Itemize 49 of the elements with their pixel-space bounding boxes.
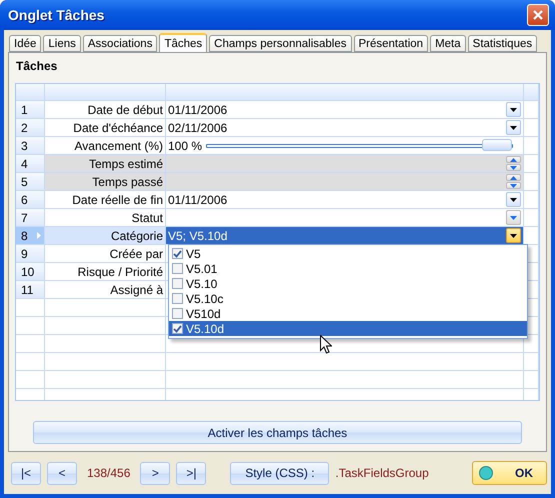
list-option[interactable]: V5.01 xyxy=(169,261,527,276)
value-text: 01/11/2006 xyxy=(168,192,228,206)
style-class-name: .TaskFieldsGroup xyxy=(335,466,429,480)
list-option[interactable]: V5.10d xyxy=(169,321,527,336)
tab[interactable]: Présentation xyxy=(354,35,428,52)
list-option[interactable]: V5 xyxy=(169,246,527,261)
row-header[interactable]: 1 xyxy=(16,101,45,118)
row-header[interactable]: 7 xyxy=(16,209,45,226)
row-header[interactable]: 3 xyxy=(16,137,45,154)
field-label: Temps passé xyxy=(45,173,166,190)
value-text: 01/11/2006 xyxy=(168,102,228,116)
next-record-button[interactable]: > xyxy=(140,462,170,484)
previous-record-button[interactable]: < xyxy=(47,462,77,484)
style-button[interactable]: Style (CSS) : xyxy=(230,462,330,484)
last-record-button[interactable]: >| xyxy=(176,462,206,484)
first-record-button[interactable]: |< xyxy=(11,462,41,484)
field-value[interactable]: 01/11/2006 xyxy=(166,191,524,208)
field-value[interactable]: 100 % xyxy=(166,137,524,154)
section-title: Tâches xyxy=(16,59,58,73)
tab[interactable]: Statistiques xyxy=(468,35,538,52)
row-header[interactable]: 2 xyxy=(16,119,45,136)
field-label: Catégorie xyxy=(45,227,166,244)
row-header[interactable]: 8 xyxy=(16,227,45,244)
row-header[interactable]: 5 xyxy=(16,173,45,190)
list-option[interactable]: V510d xyxy=(169,306,527,321)
row-header[interactable]: 9 xyxy=(16,245,45,262)
field-value[interactable]: V5; V5.10d xyxy=(166,227,524,244)
list-option[interactable]: V5.10c xyxy=(169,291,527,306)
value-text: 100 % xyxy=(168,138,202,152)
ok-button[interactable]: OK xyxy=(472,461,547,485)
window-title: Onglet Tâches xyxy=(8,7,104,23)
field-value[interactable]: 02/11/2006 xyxy=(166,119,524,136)
row-header[interactable]: 4 xyxy=(16,155,45,172)
list-option[interactable]: V5.10 xyxy=(169,276,527,291)
field-label: Temps estimé xyxy=(45,155,166,172)
row-header[interactable]: 11 xyxy=(16,281,45,298)
tab[interactable]: Idée xyxy=(9,35,42,52)
record-counter: 138/456 xyxy=(87,466,130,480)
field-value[interactable]: 01/11/2006 xyxy=(166,101,524,118)
row-header[interactable]: 6 xyxy=(16,191,45,208)
value-text: V5; V5.10d xyxy=(168,228,228,242)
tab[interactable]: Liens xyxy=(43,35,81,52)
tab[interactable]: Meta xyxy=(430,35,466,52)
tab[interactable]: Associations xyxy=(82,35,158,52)
tab[interactable]: Tâches xyxy=(159,33,208,52)
tab[interactable]: Champs personnalisables xyxy=(209,35,352,52)
activate-task-fields-button[interactable]: Activer les champs tâches xyxy=(33,421,522,444)
value-text: 02/11/2006 xyxy=(168,120,228,134)
row-header[interactable]: 10 xyxy=(16,263,45,280)
